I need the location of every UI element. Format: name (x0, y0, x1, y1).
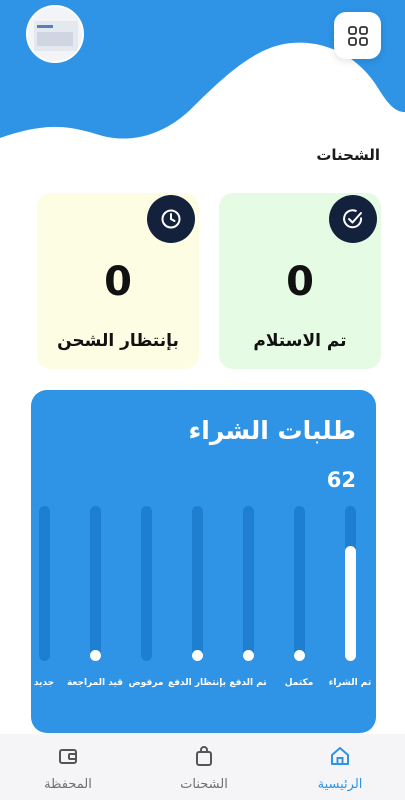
bar-column (89, 506, 101, 661)
orders-title: طلبات الشراء (188, 416, 356, 445)
stat-label-pending: بإنتظار الشحن (57, 331, 179, 351)
grid-menu-icon (347, 25, 368, 46)
avatar[interactable] (26, 5, 84, 63)
bar-fill (344, 546, 356, 661)
orders-total: 62 (326, 468, 356, 492)
stat-label-received: تم الاستلام (253, 331, 347, 351)
nav-label-shipments: الشحنات (180, 777, 228, 792)
nav-item-wallet[interactable]: المحفظة (18, 735, 118, 800)
stat-value-pending: 0 (104, 259, 132, 305)
bar-label: قيد المراجعة (66, 678, 124, 688)
home-icon (331, 747, 349, 765)
bar-column (344, 506, 356, 661)
clock-icon (147, 195, 195, 243)
stat-card-pending[interactable]: 0 بإنتظار الشحن (37, 193, 199, 369)
bar-label: تم الشراء (328, 678, 372, 688)
bar-column (191, 506, 203, 661)
bottom-nav: الرئيسية الشحنات المحفظة (0, 735, 405, 800)
bar-label: تم الدفع (229, 678, 267, 688)
bar-label: بإنتظار الدفع (168, 678, 226, 688)
nav-label-wallet: المحفظة (44, 777, 92, 792)
bar-column (293, 506, 305, 661)
bar-column (38, 506, 50, 661)
bar-fill (242, 650, 254, 661)
bar-label: مكتمل (284, 678, 314, 688)
check-circle-icon (329, 195, 377, 243)
purchase-orders-panel: طلبات الشراء 62 تم الشراء مكتمل تم الدفع بإ… (31, 390, 376, 733)
nav-item-home[interactable]: الرئيسية (290, 735, 390, 800)
bar-label: مرفوض (128, 678, 164, 688)
bar-track (38, 506, 50, 661)
shopping-bag-icon (196, 746, 212, 766)
bar-label: جديد (33, 678, 55, 688)
bar-fill (191, 650, 203, 661)
stat-card-received[interactable]: 0 تم الاستلام (219, 193, 381, 369)
wallet-icon (59, 749, 77, 764)
bar-track (140, 506, 152, 661)
bar-track (242, 506, 254, 661)
bar-column (140, 506, 152, 661)
bar-track (191, 506, 203, 661)
bar-column (242, 506, 254, 661)
nav-label-home: الرئيسية (317, 777, 363, 792)
bar-fill (89, 650, 101, 661)
menu-button[interactable] (334, 12, 381, 59)
stat-value-received: 0 (286, 259, 314, 305)
bar-track (89, 506, 101, 661)
bar-track (293, 506, 305, 661)
bar-fill (293, 650, 305, 661)
section-title: الشحنات (316, 146, 380, 164)
nav-item-shipments[interactable]: الشحنات (154, 735, 254, 800)
avatar-image (34, 21, 78, 51)
